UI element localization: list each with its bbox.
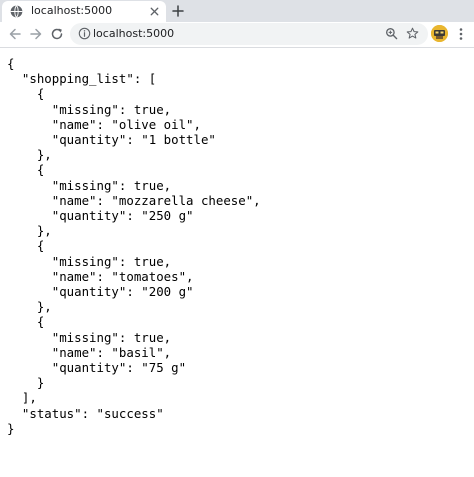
kebab-menu-icon[interactable] — [455, 27, 467, 41]
page-content: { "shopping_list": [ { "missing": true, … — [0, 48, 474, 477]
browser-toolbar: localhost:5000 — [0, 22, 474, 48]
plus-icon[interactable] — [171, 4, 185, 18]
info-icon[interactable] — [78, 27, 91, 40]
tab-strip: localhost:5000 — [0, 0, 474, 22]
address-bar[interactable]: localhost:5000 — [70, 23, 428, 45]
reload-icon[interactable] — [50, 27, 64, 41]
avatar-icon[interactable] — [431, 25, 448, 42]
browser-tab[interactable]: localhost:5000 — [2, 1, 166, 22]
avatar-image — [431, 25, 448, 42]
zoom-icon[interactable] — [385, 27, 398, 40]
arrow-left-icon[interactable] — [8, 27, 22, 41]
json-response-text: { "shopping_list": [ { "missing": true, … — [7, 56, 261, 436]
tab-title: localhost:5000 — [31, 4, 113, 17]
globe-icon — [10, 5, 23, 18]
url-text[interactable]: localhost:5000 — [93, 27, 174, 40]
arrow-right-icon[interactable] — [29, 27, 43, 41]
close-icon[interactable] — [148, 5, 161, 18]
star-icon[interactable] — [406, 27, 419, 40]
